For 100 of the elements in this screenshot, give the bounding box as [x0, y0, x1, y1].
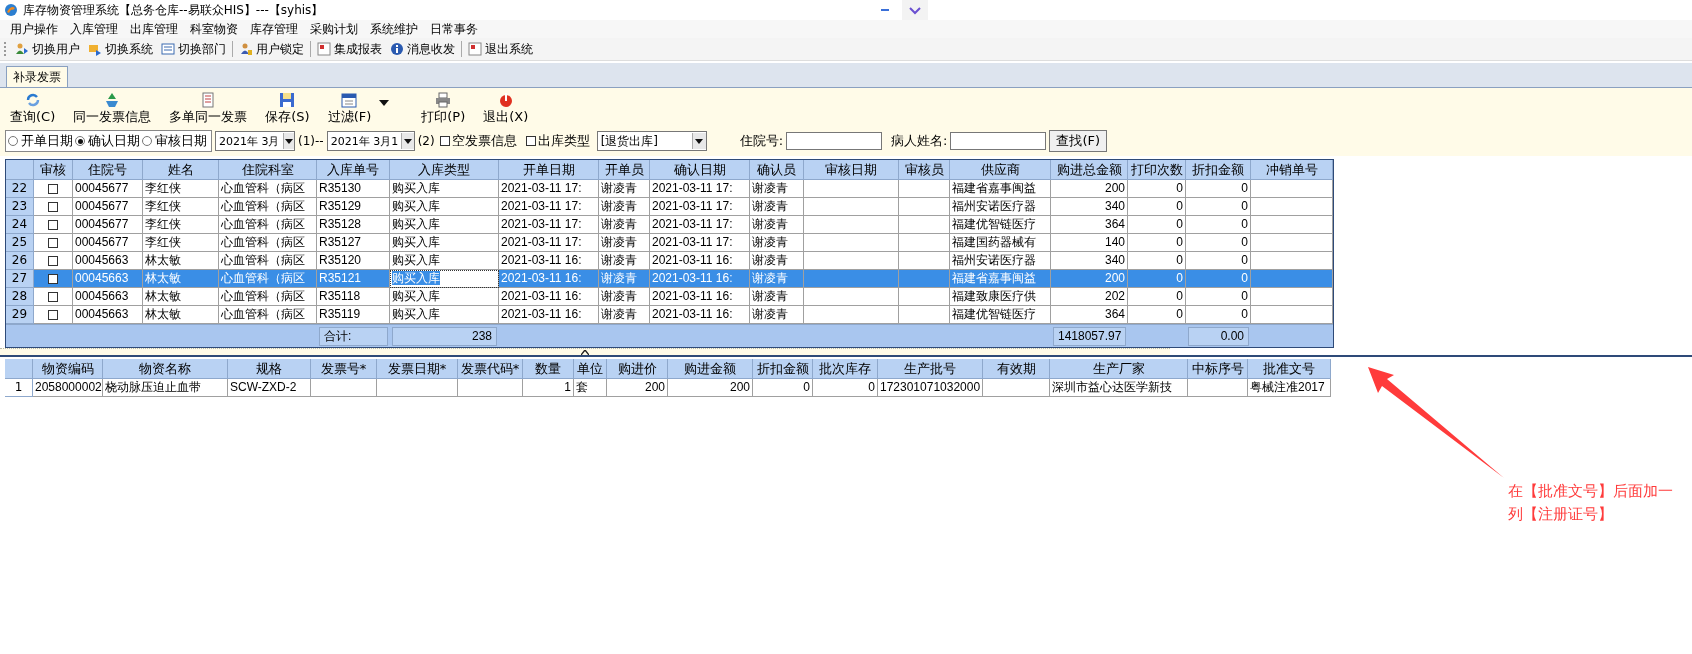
menu-item[interactable]: 用户操作: [4, 20, 64, 38]
total-cell: 0.00: [1188, 326, 1249, 346]
menu-item[interactable]: 库存管理: [244, 20, 304, 38]
radio-button[interactable]: 确认日期: [75, 132, 142, 150]
table-row[interactable]: 27 00045663 林太敏 心血管科（病区 R35121 购买入库 2021-03-11 16: 谢凌青 2021-03-11 16: 谢凌青 福建省嘉事闽益 200 0 0: [6, 270, 1333, 288]
table-row[interactable]: 24 00045677 李红侠 心血管科（病区 R35128 购买入库 2021-03-11 17: 谢凌青 2021-03-11 17: 谢凌青 福建优智链医疗 364 0 0: [6, 216, 1333, 234]
checkbox[interactable]: [48, 219, 58, 230]
table-cell: 0: [1128, 234, 1186, 252]
radio-dot[interactable]: [8, 136, 18, 146]
toolbar-button[interactable]: 打印(P): [417, 91, 470, 126]
table-cell: 李红侠: [143, 180, 219, 198]
table-cell: 福建致康医疗供: [950, 288, 1051, 306]
checkbox[interactable]: [48, 255, 58, 266]
range-label: (1)--: [298, 134, 324, 148]
input-field[interactable]: [786, 132, 883, 150]
table-cell: 谢凌青: [750, 216, 804, 234]
toolbar-button[interactable]: 退出系统: [464, 39, 537, 59]
table-cell: 谢凌青: [599, 270, 650, 288]
table-cell: R35128: [317, 216, 390, 234]
toolbar-button[interactable]: 退出(X): [479, 91, 533, 126]
table-cell: 200: [607, 379, 668, 397]
toolbar-button[interactable]: 集成报表: [313, 39, 386, 59]
table-cell: 0: [1186, 216, 1251, 234]
checkbox[interactable]: [48, 291, 58, 302]
window-icon: [161, 42, 175, 56]
field-label: 住院号:: [739, 132, 784, 150]
table-cell: 2021-03-11 17:: [650, 198, 750, 216]
radio-button[interactable]: 开单日期: [8, 132, 75, 150]
table-cell: 172301071032000: [878, 379, 983, 397]
menu-item[interactable]: 科室物资: [184, 20, 244, 38]
search-button[interactable]: 查找(F): [1049, 130, 1108, 152]
input-field[interactable]: [950, 132, 1047, 150]
caret-icon[interactable]: [379, 100, 390, 106]
calendar-icon: [341, 92, 358, 108]
checkbox[interactable]: [48, 237, 58, 248]
menu-item[interactable]: 出库管理: [124, 20, 184, 38]
toolbar-button[interactable]: 过滤(F): [323, 91, 376, 126]
table-cell: 2021-03-11 16:: [650, 288, 750, 306]
toolbar-button[interactable]: 用户锁定: [235, 39, 308, 59]
table-row[interactable]: 25 00045677 李红侠 心血管科（病区 R35127 购买入库 2021-03-11 17: 谢凌青 2021-03-11 17: 谢凌青 福建国药器械有 140 0 0: [6, 234, 1333, 252]
menu-item[interactable]: 系统维护: [364, 20, 424, 38]
table-cell: 00045677: [73, 216, 143, 234]
table-cell: 心血管科（病区: [219, 288, 317, 306]
toolbar-button[interactable]: 切换用户: [11, 39, 84, 59]
toolbar-button[interactable]: 保存(S): [261, 91, 314, 126]
checkbox[interactable]: 空发票信息: [439, 132, 517, 150]
menu-item[interactable]: 入库管理: [64, 20, 124, 38]
month-dropdown[interactable]: 2021年 3月1: [326, 131, 415, 151]
user-icon: [239, 42, 253, 56]
table-cell: 2021-03-11 17:: [499, 180, 599, 198]
table-cell: SCW-ZXD-2: [228, 379, 311, 397]
table-cell: 2021-03-11 17:: [499, 198, 599, 216]
checkbox[interactable]: [48, 273, 58, 284]
caret-icon: [284, 138, 293, 144]
total-cell: 1418057.97: [1053, 326, 1126, 346]
month-dropdown[interactable]: 2021年 3月: [215, 131, 295, 151]
table-cell: 00045677: [73, 234, 143, 252]
annotation-text: 在【批准文号】后面加一列【注册证号】: [1508, 481, 1673, 525]
table-cell: 福建省嘉事闽益: [950, 270, 1051, 288]
menu-item[interactable]: 采购计划: [304, 20, 364, 38]
toolbar-button[interactable]: 切换系统: [84, 39, 157, 59]
table-row[interactable]: 22 00045677 李红侠 心血管科（病区 R35130 购买入库 2021-03-11 17: 谢凌青 2021-03-11 17: 谢凌青 福建省嘉事闽益 200 0 0: [6, 180, 1333, 198]
printer-icon: [435, 92, 452, 108]
toolbar-button[interactable]: 消息收发: [386, 39, 459, 59]
toolbar-button[interactable]: 查询(C): [6, 91, 60, 126]
type-dropdown[interactable]: [退货出库]: [596, 131, 707, 151]
menu-item[interactable]: 日常事务: [424, 20, 484, 38]
radio-dot[interactable]: [75, 136, 85, 146]
table-cell: 心血管科（病区: [219, 180, 317, 198]
chevron-down-icon[interactable]: [902, 0, 928, 20]
row-number: 25: [6, 234, 34, 252]
table-cell: 0: [1128, 270, 1186, 288]
window-title: 库存物资管理系统【总务仓库--易联众HIS】---【syhis】: [23, 1, 324, 19]
checkbox[interactable]: 出库类型: [525, 132, 590, 150]
table-row[interactable]: 28 00045663 林太敏 心血管科（病区 R35118 购买入库 2021-03-11 16: 谢凌青 2021-03-11 16: 谢凌青 福建致康医疗供 202 0 0: [6, 288, 1333, 306]
table-cell: 00045663: [73, 270, 143, 288]
tab[interactable]: 补录发票: [6, 66, 68, 87]
radio-button[interactable]: 审核日期: [142, 132, 209, 150]
field-label: 病人姓名:: [891, 132, 948, 150]
app-logo-icon: [4, 3, 18, 17]
toolbar-button[interactable]: 同一发票信息: [69, 91, 156, 126]
checkbox[interactable]: [48, 201, 58, 212]
table-row[interactable]: 23 00045677 李红侠 心血管科（病区 R35129 购买入库 2021-03-11 17: 谢凌青 2021-03-11 17: 谢凌青 福州安诺医疗器 340 0 0: [6, 198, 1333, 216]
table-cell: 0: [1186, 270, 1251, 288]
table-cell: 谢凌青: [750, 270, 804, 288]
caret-up-icon[interactable]: [581, 349, 589, 355]
empty-cell: [899, 180, 950, 198]
row-number: 22: [6, 180, 34, 198]
table-cell: 0: [1186, 198, 1251, 216]
empty-cell: [899, 216, 950, 234]
row-number: 23: [6, 198, 34, 216]
toolbar-button[interactable]: 多单同一发票: [165, 91, 252, 126]
report-icon: [317, 42, 331, 56]
radio-dot[interactable]: [142, 136, 152, 146]
table-cell: 谢凌青: [750, 180, 804, 198]
toolbar-button[interactable]: 切换部门: [157, 39, 230, 59]
checkbox[interactable]: [48, 309, 58, 320]
checkbox[interactable]: [48, 183, 58, 194]
table-cell: 购买入库: [390, 288, 499, 306]
table-cell: 2058000002: [33, 379, 103, 397]
